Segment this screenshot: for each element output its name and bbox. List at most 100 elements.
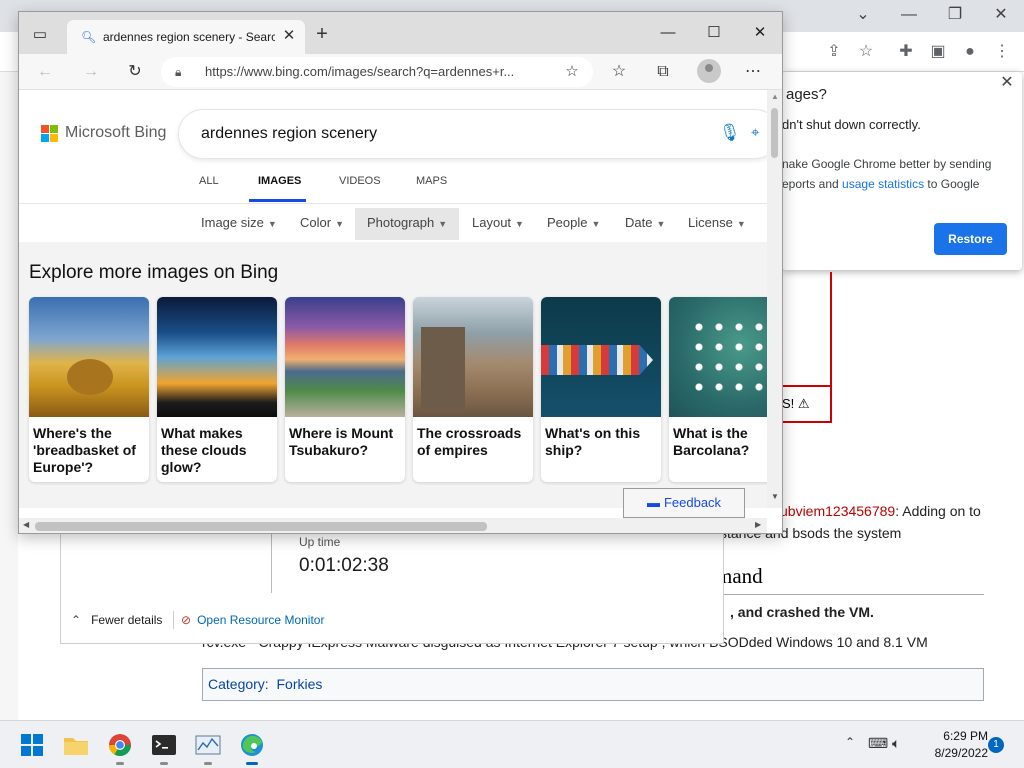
scroll-up-icon[interactable]: ▲ [771,92,779,101]
chrome-button[interactable] [104,729,136,765]
side-panel-icon[interactable]: ▣ [926,40,950,64]
reply-text: : Adding on to [895,503,981,519]
explore-card[interactable]: What makes these clouds glow? [157,297,277,482]
search-input[interactable]: ardennes region scenery [201,125,377,143]
back-icon[interactable]: ← [33,60,57,84]
uptime-value: 0:01:02:38 [299,555,389,576]
scroll-thumb[interactable] [35,522,487,531]
start-button[interactable] [16,729,48,761]
task-manager-button[interactable] [192,729,224,765]
forward-icon[interactable]: → [79,60,103,84]
edge-titlebar: ▭ 🔍︎ ardennes region scenery - Search ✕ … [19,12,782,54]
tab-actions-icon[interactable]: ▭ [29,24,51,46]
logo-square-green [50,125,58,133]
explore-card[interactable]: Where's the 'breadbasket of Europe'? [29,297,149,482]
scroll-left-icon[interactable]: ◀ [23,520,29,529]
terminal-button[interactable] [148,729,180,765]
horizontal-scrollbar[interactable]: ◀ ▶ [19,518,767,533]
logo-square-yellow [50,134,58,142]
filter-layout[interactable]: Layout ▼ [460,208,536,240]
filter-date[interactable]: Date ▼ [613,208,677,240]
url-text[interactable]: https://www.bing.com/images/search?q=ard… [205,64,555,79]
open-resource-monitor-label: Open Resource Monitor [197,613,325,627]
vertical-scrollbar[interactable]: ▲ ▼ [767,90,782,508]
filter-color[interactable]: Color ▼ [288,208,356,240]
chevron-down-icon[interactable]: ⌄ [848,4,878,26]
fewer-details-button[interactable]: ⌃ Fewer details [71,613,162,627]
active-tab-indicator [249,199,306,202]
edge-toolbar: ← → ↻ 🔒︎ https://www.bing.com/images/sea… [19,54,782,90]
warning-box: S! ⚠ [778,385,832,423]
chevron-up-icon[interactable]: ⌃ [842,735,858,755]
usage-statistics-link[interactable]: usage statistics [842,177,924,191]
user-link[interactable]: ubviem123456789 [780,503,895,519]
filter-license[interactable]: License ▼ [676,208,758,240]
running-indicator [160,762,168,765]
card-image [29,297,149,417]
restore-window-icon[interactable]: ❐ [940,4,970,26]
scroll-down-icon[interactable]: ▼ [771,492,779,501]
tab-bing-search[interactable]: 🔍︎ ardennes region scenery - Search ✕ [67,20,305,54]
card-image [285,297,405,417]
close-icon[interactable]: ✕ [986,4,1016,26]
refresh-icon[interactable]: ↻ [123,60,147,84]
card-caption: What is the Barcolana? [673,425,750,458]
close-icon[interactable]: ✕ [998,74,1016,92]
clock-date[interactable]: 8/29/2022 [918,746,988,760]
maximize-icon[interactable]: ☐ [699,22,729,44]
restore-pages-popup: ages? dn't shut down correctly. nake Goo… [782,72,1022,270]
tab-videos[interactable]: VIDEOS [339,172,381,204]
restore-button[interactable]: Restore [934,223,1007,255]
favorites-icon[interactable]: ☆ [607,60,631,84]
menu-kebab-icon[interactable]: ⋮ [990,40,1014,64]
add-favorite-icon[interactable]: ☆ [561,61,583,83]
category-label-link[interactable]: Category: [208,676,269,692]
filter-image-size[interactable]: Image size ▼ [189,208,289,240]
share-icon[interactable]: ⇪ [822,40,846,64]
address-bar[interactable]: 🔒︎ https://www.bing.com/images/search?q=… [161,57,593,87]
clock-time[interactable]: 6:29 PM [928,729,988,743]
explore-card[interactable]: The crossroads of empires [413,297,533,482]
lock-icon[interactable]: 🔒︎ [175,63,191,81]
popup-line-1: dn't shut down correctly. [782,117,921,132]
task-manager-window: Up time 0:01:02:38 ⌃ Fewer details ⊘ Open … [60,520,724,644]
filter-people[interactable]: People ▼ [535,208,612,240]
popup-line-2: nake Google Chrome better by sending [782,157,992,171]
new-tab-icon[interactable]: + [311,24,333,46]
tab-all[interactable]: ALL [199,172,219,204]
extensions-icon[interactable]: ✚ [894,40,918,64]
feedback-button[interactable]: ▬ Feedback [623,488,745,518]
bookmark-star-icon[interactable]: ☆ [854,40,878,64]
popup-line-3: eports and usage statistics to Google [782,177,979,191]
bold-line: , and crashed the VM. [730,604,874,620]
profile-avatar[interactable] [697,59,721,83]
tab-maps[interactable]: MAPS [416,172,447,204]
logo-square-red [41,125,49,133]
category-value-link[interactable]: Forkies [276,676,322,692]
open-resource-monitor-link[interactable]: ⊘ Open Resource Monitor [181,613,324,627]
edge-button[interactable] [236,729,268,765]
scroll-thumb[interactable] [771,108,778,158]
file-explorer-button[interactable] [60,729,92,761]
volume-icon[interactable]: 🔈︎ [892,735,912,755]
close-tab-icon[interactable]: ✕ [279,26,299,46]
container-ship-shape [541,345,653,375]
card-caption: Where's the 'breadbasket of Europe'? [33,425,136,475]
minimize-icon[interactable]: — [653,22,683,44]
notification-badge[interactable]: 1 [988,737,1004,753]
microphone-icon[interactable]: 🎙︎ [719,122,741,144]
visual-search-icon[interactable]: ⌖ [751,122,767,144]
sailboats-shape [689,317,767,397]
close-icon[interactable]: ✕ [745,22,775,44]
filter-photograph[interactable]: Photograph ▼ [355,208,460,240]
minimize-icon[interactable]: — [894,4,924,26]
scroll-right-icon[interactable]: ▶ [755,520,761,529]
profile-icon[interactable]: ● [958,40,982,64]
collections-icon[interactable]: ⧉ [651,60,675,84]
explore-card[interactable]: Where is Mount Tsubakuro? [285,297,405,482]
explore-card[interactable]: What's on this ship? [541,297,661,482]
more-icon[interactable]: ⋯ [741,60,765,84]
network-icon[interactable]: ⌨︎ [868,735,888,755]
explore-card[interactable]: What is the Barcolana? [669,297,767,482]
search-box[interactable]: ardennes region scenery 🎙︎ ⌖ [179,110,767,158]
